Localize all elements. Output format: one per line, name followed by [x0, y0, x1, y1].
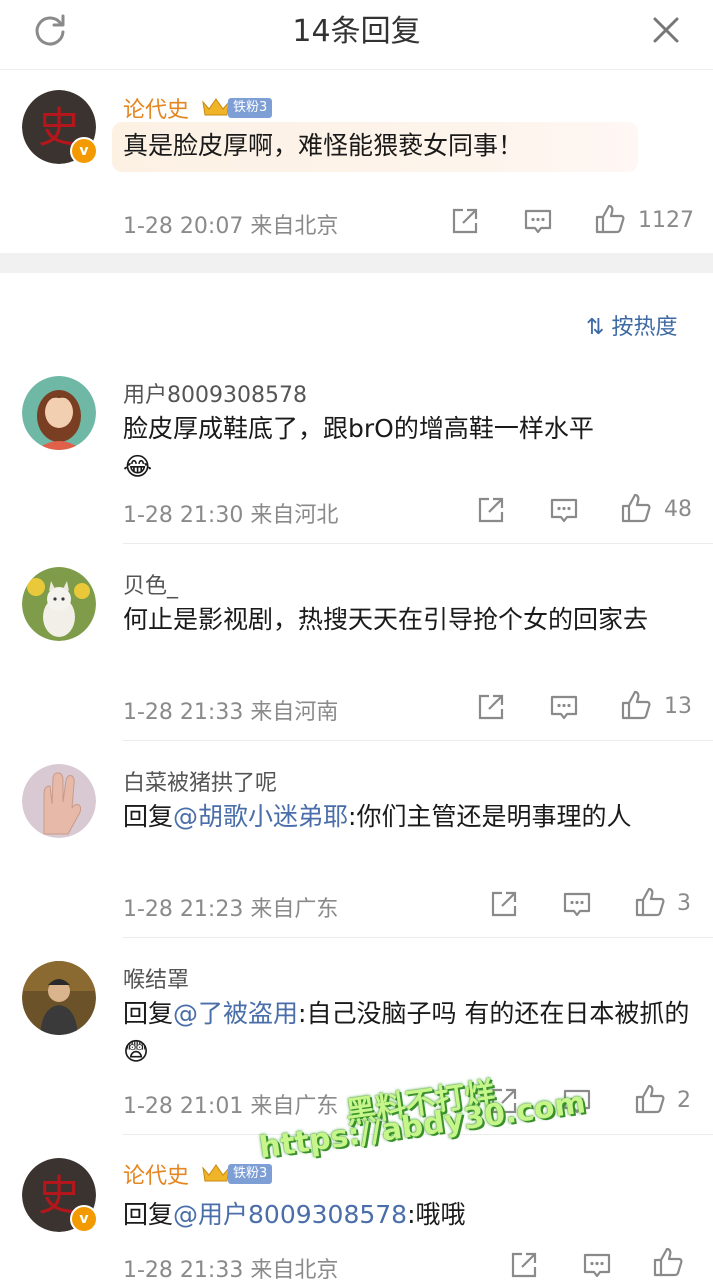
- mention-link[interactable]: @胡歌小迷弟耶: [173, 802, 348, 831]
- verified-badge-icon: v: [70, 1205, 98, 1233]
- fan-level-badge: 铁粉3: [228, 98, 273, 118]
- page-title: 14条回复: [292, 14, 421, 49]
- fearful-emoji-icon: 😨: [123, 1037, 150, 1066]
- sort-icon: ⇅: [586, 315, 605, 340]
- comment-author[interactable]: 用户8009308578: [123, 377, 307, 409]
- share-icon[interactable]: [508, 1249, 540, 1280]
- comment-author[interactable]: 论代史: [123, 92, 189, 124]
- comment-meta: 1-28 21:01 来自广东: [123, 1094, 339, 1119]
- comment-meta: 1-28 21:23 来自广东: [123, 897, 339, 922]
- close-icon[interactable]: [646, 10, 686, 50]
- divider: [123, 543, 713, 544]
- comment-author[interactable]: 喉结罩: [123, 962, 189, 994]
- comment-icon[interactable]: [548, 691, 580, 723]
- comment-meta: 1-28 21:30 来自河北: [123, 503, 339, 528]
- like-icon[interactable]: [620, 689, 652, 721]
- crown-icon: [202, 98, 230, 116]
- comment-text: 真是脸皮厚啊，难怪能猥亵女同事！: [123, 131, 524, 160]
- like-icon[interactable]: [594, 203, 626, 235]
- verified-badge-icon: v: [70, 137, 98, 165]
- crown-icon: [202, 1164, 230, 1182]
- share-icon[interactable]: [449, 205, 481, 237]
- sort-label: 按热度: [611, 315, 678, 340]
- comment-icon[interactable]: [522, 205, 554, 237]
- comment-text: 回复@了被盗用:自己没脑子吗 有的还在日本被抓的😨: [123, 999, 690, 1066]
- fan-level-badge: 铁粉3: [228, 1164, 273, 1184]
- sort-button[interactable]: ⇅ 按热度: [586, 309, 677, 341]
- comment-author[interactable]: 贝色_: [123, 568, 178, 600]
- comment-meta: 1-28 21:33 来自河南: [123, 700, 339, 725]
- comment-icon[interactable]: [581, 1249, 613, 1280]
- comment-text: 回复@用户8009308578:哦哦: [123, 1200, 466, 1229]
- divider: [123, 937, 713, 938]
- like-count: 1127: [638, 208, 694, 233]
- like-count: 3: [677, 891, 691, 916]
- share-icon[interactable]: [488, 888, 520, 920]
- like-count: 13: [664, 694, 692, 719]
- share-icon[interactable]: [475, 494, 507, 526]
- comment-meta: 1-28 21:33 来自北京: [123, 1258, 339, 1280]
- laughing-emoji-icon: 😂: [123, 452, 153, 481]
- like-icon[interactable]: [634, 886, 666, 918]
- like-icon[interactable]: [634, 1083, 666, 1115]
- comment-author[interactable]: 论代史: [123, 1158, 189, 1190]
- header-bar: 14条回复: [0, 0, 713, 70]
- avatar[interactable]: [22, 376, 96, 450]
- share-icon[interactable]: [475, 691, 507, 723]
- comment-meta: 1-28 20:07 来自北京: [123, 214, 339, 239]
- mention-link[interactable]: @了被盗用: [173, 999, 298, 1028]
- like-icon[interactable]: [652, 1246, 684, 1278]
- avatar[interactable]: [22, 764, 96, 838]
- comment-icon[interactable]: [561, 888, 593, 920]
- comment-text: 脸皮厚成鞋底了，跟brO的增高鞋一样水平 😂: [123, 414, 594, 481]
- comment-text: 回复@胡歌小迷弟耶:你们主管还是明事理的人: [123, 802, 632, 831]
- like-icon[interactable]: [620, 492, 652, 524]
- like-count: 48: [664, 497, 692, 522]
- comment-icon[interactable]: [548, 494, 580, 526]
- like-count: 2: [677, 1088, 691, 1113]
- comment-author[interactable]: 白菜被猪拱了呢: [123, 765, 277, 797]
- section-separator: [0, 253, 713, 273]
- avatar[interactable]: [22, 961, 96, 1035]
- avatar[interactable]: [22, 567, 96, 641]
- divider: [123, 740, 713, 741]
- mention-link[interactable]: @用户8009308578: [173, 1200, 407, 1229]
- comment-text: 何止是影视剧，热搜天天在引导抢个女的回家去: [123, 605, 649, 634]
